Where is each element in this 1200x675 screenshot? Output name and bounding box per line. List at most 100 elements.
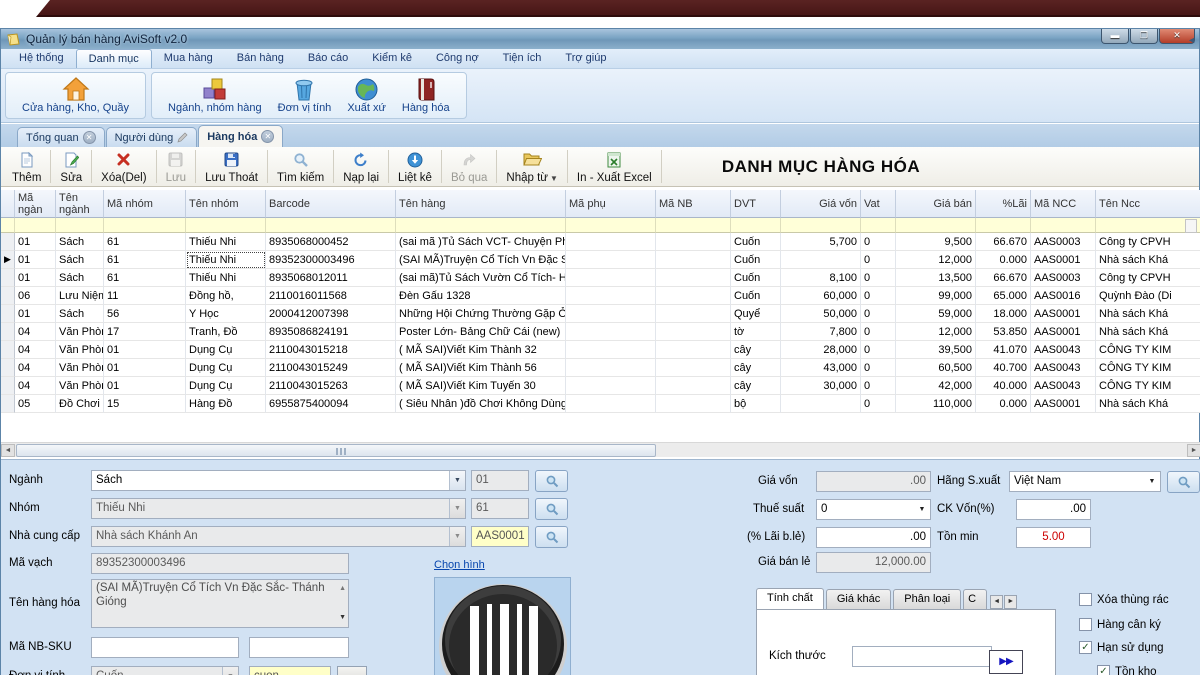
filter-cell-4[interactable] xyxy=(266,218,396,233)
table-row[interactable]: 05Đồ Chơi15Hàng Đồ6955875400094( Siêu Nh… xyxy=(1,395,1200,413)
cell-r9-c12[interactable]: 0.000 xyxy=(976,395,1031,413)
cell-r4-c14[interactable]: Nhà sách Khá xyxy=(1096,305,1200,323)
cell-r8-c9[interactable]: 30,000 xyxy=(781,377,861,395)
menu-item-4[interactable]: Báo cáo xyxy=(296,49,360,68)
toolbar-button-1[interactable]: Sửa xyxy=(51,147,91,186)
cell-r7-c11[interactable]: 60,500 xyxy=(896,359,976,377)
nganh-code-field[interactable]: 01 xyxy=(471,470,529,491)
tab-close-icon[interactable]: ✕ xyxy=(261,130,274,143)
maximize-button[interactable]: ❐ xyxy=(1130,29,1158,44)
cell-r1-c9[interactable] xyxy=(781,251,861,269)
cell-r3-c8[interactable]: Cuốn xyxy=(731,287,781,305)
cell-r1-c10[interactable]: 0 xyxy=(861,251,896,269)
hang-sx-combo[interactable]: Việt Nam▼ xyxy=(1009,471,1161,492)
cell-r0-c7[interactable] xyxy=(656,233,731,251)
cell-r4-c8[interactable]: Quyể xyxy=(731,305,781,323)
chevron-down-icon[interactable]: ▼ xyxy=(1144,472,1160,491)
nhom-search-button[interactable] xyxy=(535,498,568,520)
cell-r7-c8[interactable]: cây xyxy=(731,359,781,377)
cell-r1-c3[interactable]: Thiếu Nhi xyxy=(186,251,266,269)
cell-r0-c0[interactable]: 01 xyxy=(15,233,56,251)
filter-cell-2[interactable] xyxy=(104,218,186,233)
menu-item-5[interactable]: Kiểm kê xyxy=(360,49,424,68)
checkbox-3[interactable]: ✓Tồn kho xyxy=(1097,665,1157,675)
cell-r3-c2[interactable]: 11 xyxy=(104,287,186,305)
cell-r7-c1[interactable]: Văn Phòn xyxy=(56,359,104,377)
cell-r3-c0[interactable]: 06 xyxy=(15,287,56,305)
cell-r4-c2[interactable]: 56 xyxy=(104,305,186,323)
cell-r8-c1[interactable]: Văn Phòn xyxy=(56,377,104,395)
cell-r9-c0[interactable]: 05 xyxy=(15,395,56,413)
cell-r1-c1[interactable]: Sách xyxy=(56,251,104,269)
column-header-4[interactable]: Barcode xyxy=(266,190,396,218)
property-tab-3[interactable]: C xyxy=(963,589,987,609)
cell-r4-c0[interactable]: 01 xyxy=(15,305,56,323)
column-header-8[interactable]: DVT xyxy=(731,190,781,218)
ribbon-button-1-1[interactable]: Đơn vị tính xyxy=(270,75,340,116)
menu-item-8[interactable]: Trợ giúp xyxy=(553,49,618,68)
filter-cell-1[interactable] xyxy=(56,218,104,233)
cell-r5-c2[interactable]: 17 xyxy=(104,323,186,341)
cell-r7-c13[interactable]: AAS0043 xyxy=(1031,359,1096,377)
cell-r5-c7[interactable] xyxy=(656,323,731,341)
filter-cell-3[interactable] xyxy=(186,218,266,233)
cell-r5-c11[interactable]: 12,000 xyxy=(896,323,976,341)
cell-r0-c1[interactable]: Sách xyxy=(56,233,104,251)
dock-arrow-icon[interactable]: ◄ xyxy=(1187,35,1196,45)
nganh-search-button[interactable] xyxy=(535,470,568,492)
table-row[interactable]: 04Văn Phòn01Dụng Cụ2110043015249( MÃ SAI… xyxy=(1,359,1200,377)
cell-r4-c4[interactable]: 2000412007398 xyxy=(266,305,396,323)
ton-min-field[interactable]: 5.00 xyxy=(1016,527,1091,548)
cell-r7-c12[interactable]: 40.700 xyxy=(976,359,1031,377)
toolbar-button-4[interactable]: Lưu Thoát xyxy=(196,147,267,186)
cell-r6-c10[interactable]: 0 xyxy=(861,341,896,359)
checkbox-1[interactable]: Hàng cân ký xyxy=(1079,618,1161,631)
row-selector[interactable] xyxy=(1,269,15,287)
cell-r2-c4[interactable]: 8935068012011 xyxy=(266,269,396,287)
cell-r5-c10[interactable]: 0 xyxy=(861,323,896,341)
scrollbar-thumb[interactable] xyxy=(16,444,656,457)
cell-r0-c6[interactable] xyxy=(566,233,656,251)
tab-close-icon[interactable]: ✕ xyxy=(83,131,96,144)
filter-cell-12[interactable] xyxy=(976,218,1031,233)
cell-r9-c14[interactable]: Nhà sách Khá xyxy=(1096,395,1200,413)
cell-r7-c3[interactable]: Dụng Cụ xyxy=(186,359,266,377)
scroll-up-icon[interactable]: ▲ xyxy=(339,582,346,596)
cell-r7-c0[interactable]: 04 xyxy=(15,359,56,377)
cell-r6-c2[interactable]: 01 xyxy=(104,341,186,359)
cell-r2-c11[interactable]: 13,500 xyxy=(896,269,976,287)
cell-r9-c1[interactable]: Đồ Chơi xyxy=(56,395,104,413)
cell-r6-c12[interactable]: 41.070 xyxy=(976,341,1031,359)
cell-r8-c13[interactable]: AAS0043 xyxy=(1031,377,1096,395)
scroll-left-arrow-icon[interactable]: ◄ xyxy=(1,444,15,457)
row-selector[interactable] xyxy=(1,377,15,395)
cell-r5-c13[interactable]: AAS0001 xyxy=(1031,323,1096,341)
cell-r5-c6[interactable] xyxy=(566,323,656,341)
row-selector[interactable] xyxy=(1,323,15,341)
don-vi-tinh-alias-field[interactable]: cuon xyxy=(249,666,331,675)
cell-r6-c3[interactable]: Dụng Cụ xyxy=(186,341,266,359)
ten-hang-hoa-textarea[interactable]: (SAI MÃ)Truyện Cổ Tích Vn Đặc Sắc- Thánh… xyxy=(91,579,349,628)
cell-r2-c13[interactable]: AAS0003 xyxy=(1031,269,1096,287)
cell-r4-c5[interactable]: Những Hội Chứng Thường Gặp Ở xyxy=(396,305,566,323)
cell-r8-c8[interactable]: cây xyxy=(731,377,781,395)
cell-r7-c5[interactable]: ( MÃ SAI)Viết Kim Thành 56 xyxy=(396,359,566,377)
product-image-box[interactable] xyxy=(434,577,571,675)
menu-item-2[interactable]: Mua hàng xyxy=(152,49,225,68)
menu-item-0[interactable]: Hệ thống xyxy=(7,49,76,68)
menu-item-1[interactable]: Danh mục xyxy=(76,49,152,68)
cell-r0-c13[interactable]: AAS0003 xyxy=(1031,233,1096,251)
table-row[interactable]: ▶01Sách61Thiếu Nhi89352300003496(SAI MÃ)… xyxy=(1,251,1200,269)
cell-r6-c11[interactable]: 39,500 xyxy=(896,341,976,359)
cell-r9-c2[interactable]: 15 xyxy=(104,395,186,413)
cell-r5-c5[interactable]: Poster Lớn- Bảng Chữ Cái (new) xyxy=(396,323,566,341)
cell-r3-c4[interactable]: 2110016011568 xyxy=(266,287,396,305)
cell-r5-c12[interactable]: 53.850 xyxy=(976,323,1031,341)
chevron-down-icon[interactable]: ▼ xyxy=(449,471,465,490)
cell-r4-c6[interactable] xyxy=(566,305,656,323)
cell-r0-c8[interactable]: Cuốn xyxy=(731,233,781,251)
doc-tab-1[interactable]: Người dùng xyxy=(106,127,198,147)
cell-r1-c2[interactable]: 61 xyxy=(104,251,186,269)
table-row[interactable]: 01Sách61Thiếu Nhi8935068000452(sai mã )T… xyxy=(1,233,1200,251)
sku-field[interactable] xyxy=(249,637,349,658)
